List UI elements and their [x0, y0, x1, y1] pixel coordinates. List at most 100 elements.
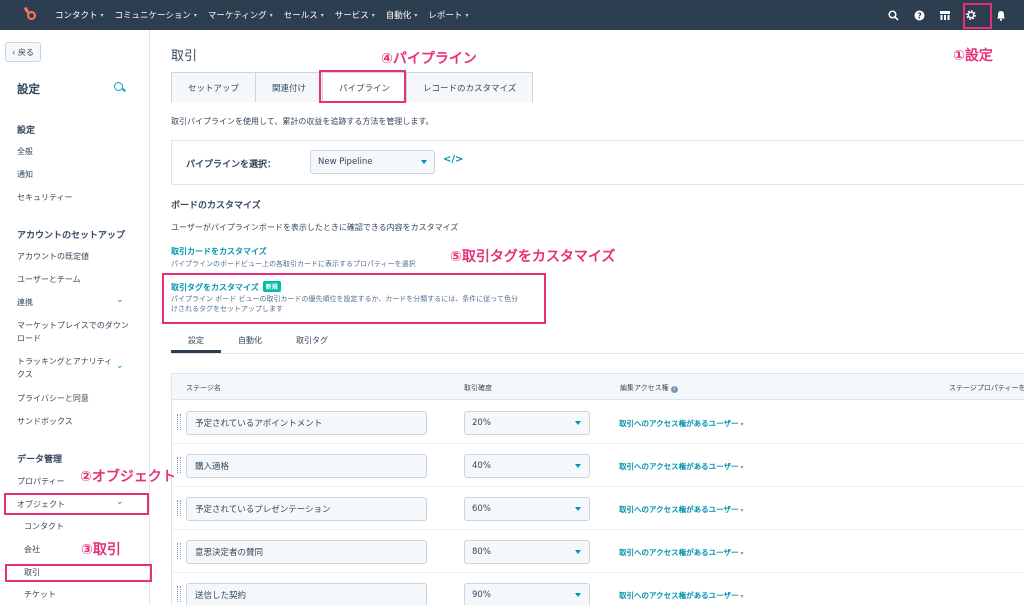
- caret-down-icon: [421, 160, 427, 164]
- probability-dropdown[interactable]: 40%: [464, 454, 590, 478]
- chevron-down-icon[interactable]: ⌄: [116, 295, 124, 305]
- sidebar-item-tickets[interactable]: チケット: [24, 589, 56, 600]
- table-row: 購入適格 40% 取引へのアクセス権があるユーザー ▾: [172, 444, 1024, 487]
- sidebar-item-general[interactable]: 全般: [17, 145, 137, 158]
- stages-table: ステージ名 取引確度 編集アクセス権 i ステージプロパティーを 予定されているア…: [171, 373, 1024, 605]
- pipeline-dropdown[interactable]: New Pipeline: [310, 150, 435, 174]
- nav-reports[interactable]: レポート ▾: [428, 9, 468, 21]
- access-dropdown[interactable]: 取引へのアクセス権があるユーザー ▾: [619, 461, 744, 472]
- chevron-down-icon: ▾: [740, 464, 744, 471]
- sidebar-item-privacy[interactable]: プライバシーと同意: [17, 392, 137, 405]
- caret-down-icon: [575, 421, 581, 425]
- annotation-box-objects: [4, 493, 149, 515]
- annotation-box-pipeline: [319, 70, 406, 103]
- search-icon[interactable]: [114, 82, 127, 94]
- section-data-management: データ管理: [17, 455, 63, 465]
- subtab-settings[interactable]: 設定: [188, 335, 204, 346]
- hubspot-logo-icon[interactable]: [23, 6, 41, 24]
- col-probability: 取引確度: [464, 384, 492, 392]
- sidebar-item-sandbox[interactable]: サンドボックス: [17, 415, 137, 428]
- search-icon[interactable]: [882, 4, 904, 26]
- sidebar-item-defaults[interactable]: アカウントの既定値: [17, 250, 137, 263]
- stage-name-input[interactable]: 予定されているプレゼンテーション: [186, 497, 427, 521]
- bell-icon[interactable]: [990, 4, 1012, 26]
- code-embed-icon[interactable]: </>: [443, 154, 463, 165]
- annotation-label-pipeline: ④パイプライン: [381, 51, 477, 67]
- top-nav: コンタクト ▾ コミュニケーション ▾ マーケティング ▾ セールス ▾ サービス ▾ 自…: [0, 0, 1024, 30]
- nav-communications[interactable]: コミュニケーション ▾: [115, 9, 197, 21]
- sidebar-item-contacts[interactable]: コンタクト: [24, 521, 64, 532]
- table-row: 送信した契約 90% 取引へのアクセス権があるユーザー ▾: [172, 573, 1024, 605]
- probability-dropdown[interactable]: 60%: [464, 497, 590, 521]
- table-row: 予定されているアポイントメント 20% 取引へのアクセス権があるユーザー ▾: [172, 401, 1024, 444]
- drag-handle-icon[interactable]: [177, 414, 181, 430]
- access-dropdown[interactable]: 取引へのアクセス権があるユーザー ▾: [619, 590, 744, 601]
- back-button[interactable]: ‹ 戻る: [5, 42, 41, 62]
- active-subtab-indicator: [171, 350, 221, 353]
- nav-contacts[interactable]: コンタクト ▾: [55, 9, 104, 21]
- pipeline-subtabs: 設定 自動化 取引タグ: [171, 328, 1024, 354]
- nav-service[interactable]: サービス ▾: [335, 9, 375, 21]
- sidebar-item-security[interactable]: セキュリティー: [17, 191, 137, 204]
- nav-sales[interactable]: セールス ▾: [284, 9, 324, 21]
- section-settings: 設定: [17, 126, 36, 136]
- stage-name-input[interactable]: 予定されているアポイントメント: [186, 411, 427, 435]
- info-icon[interactable]: i: [670, 386, 678, 393]
- sidebar-item-companies[interactable]: 会社: [24, 544, 40, 555]
- subtab-deal-tags[interactable]: 取引タグ: [296, 335, 328, 346]
- chevron-down-icon: ▾: [740, 593, 744, 600]
- table-row: 予定されているプレゼンテーション 60% 取引へのアクセス権があるユーザー ▾: [172, 487, 1024, 530]
- probability-dropdown[interactable]: 90%: [464, 583, 590, 605]
- board-customization-title: ボードのカスタマイズ: [171, 201, 261, 211]
- chevron-down-icon[interactable]: ⌄: [116, 361, 124, 371]
- tab-record-customization[interactable]: レコードのカスタマイズ: [406, 72, 534, 102]
- stage-name-input[interactable]: 送信した契約: [186, 583, 427, 605]
- pipeline-selector-panel: パイプラインを選択： New Pipeline </>: [171, 140, 1024, 185]
- caret-down-icon: [575, 550, 581, 554]
- nav-automation[interactable]: 自動化 ▾: [386, 9, 418, 21]
- sidebar-item-marketplace[interactable]: マーケットプレイスでのダウンロード: [17, 319, 129, 345]
- help-icon[interactable]: ?: [908, 4, 930, 26]
- page-description: 取引パイプラインを使用して、累計の収益を追跡する方法を管理します。: [171, 117, 434, 126]
- sidebar-item-tracking[interactable]: トラッキングとアナリティクス: [17, 355, 113, 381]
- probability-dropdown[interactable]: 20%: [464, 411, 590, 435]
- access-dropdown[interactable]: 取引へのアクセス権があるユーザー ▾: [619, 418, 744, 429]
- chevron-down-icon: ▾: [414, 11, 418, 19]
- marketplace-icon[interactable]: [934, 4, 956, 26]
- section-account-setup: アカウントのセットアップ: [17, 231, 126, 241]
- pipeline-label: パイプラインを選択：: [186, 160, 277, 170]
- drag-handle-icon[interactable]: [177, 457, 181, 473]
- annotation-label-objects: ②オブジェクト: [80, 469, 176, 485]
- access-dropdown[interactable]: 取引へのアクセス権があるユーザー ▾: [619, 504, 744, 515]
- col-stage-properties: ステージプロパティーを: [949, 384, 1024, 392]
- tab-associations[interactable]: 関連付け: [255, 72, 324, 102]
- probability-dropdown[interactable]: 80%: [464, 540, 590, 564]
- chevron-down-icon: ▾: [269, 11, 273, 19]
- customize-cards-description: パイプラインのボードビュー上の各取引カードに表示するプロパティーを選択: [171, 260, 416, 268]
- chevron-down-icon: ▾: [320, 11, 324, 19]
- access-dropdown[interactable]: 取引へのアクセス権があるユーザー ▾: [619, 547, 744, 558]
- table-row: 意思決定者の賛同 80% 取引へのアクセス権があるユーザー ▾: [172, 530, 1024, 573]
- customize-cards-link[interactable]: 取引カードをカスタマイズ: [171, 246, 267, 257]
- chevron-down-icon: ▾: [740, 421, 744, 428]
- page-title: 取引: [171, 49, 198, 64]
- settings-sidebar: ‹ 戻る 設定 設定 全般 通知 セキュリティー アカウントのセットアップ アカ…: [0, 30, 150, 605]
- annotation-box-tags: [162, 273, 546, 324]
- annotation-label-settings: ①設定: [953, 48, 993, 64]
- subtab-automation[interactable]: 自動化: [238, 335, 262, 346]
- caret-down-icon: [575, 507, 581, 511]
- sidebar-title: 設定: [17, 82, 40, 96]
- stage-name-input[interactable]: 購入適格: [186, 454, 427, 478]
- chevron-down-icon: ▾: [193, 11, 197, 19]
- tab-setup[interactable]: セットアップ: [171, 72, 257, 102]
- chevron-down-icon: ▾: [371, 11, 375, 19]
- sidebar-item-notifications[interactable]: 通知: [17, 168, 137, 181]
- svg-text:?: ?: [917, 11, 921, 20]
- stage-name-input[interactable]: 意思決定者の賛同: [186, 540, 427, 564]
- nav-marketing[interactable]: マーケティング ▾: [208, 9, 273, 21]
- drag-handle-icon[interactable]: [177, 500, 181, 516]
- sidebar-item-users-teams[interactable]: ユーザーとチーム: [17, 273, 137, 286]
- chevron-down-icon: ▾: [740, 507, 744, 514]
- drag-handle-icon[interactable]: [177, 586, 181, 602]
- drag-handle-icon[interactable]: [177, 543, 181, 559]
